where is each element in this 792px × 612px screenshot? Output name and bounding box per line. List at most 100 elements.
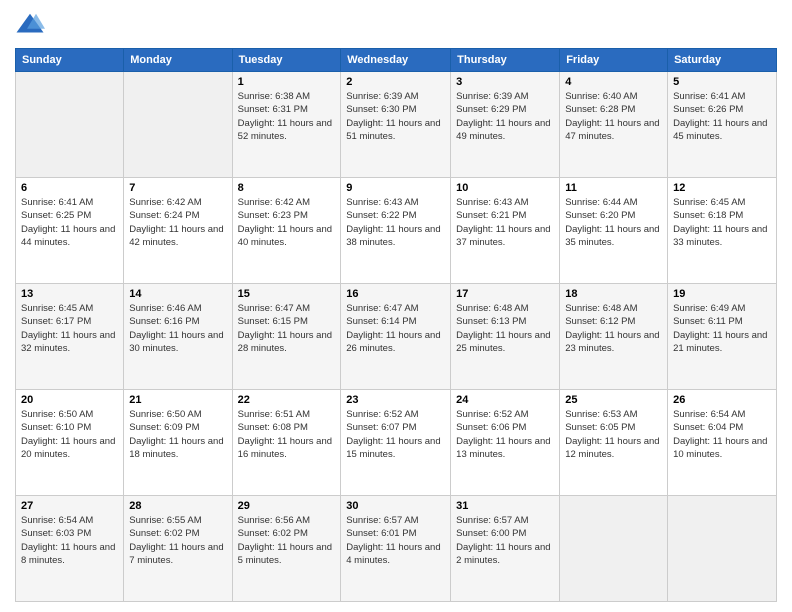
calendar-day-header: Tuesday (232, 49, 341, 72)
day-number: 30 (346, 500, 445, 512)
calendar-week-row: 13 Sunrise: 6:45 AMSunset: 6:17 PMDayligh… (16, 284, 777, 390)
calendar-cell: 4 Sunrise: 6:40 AMSunset: 6:28 PMDaylight… (560, 72, 668, 178)
calendar-cell (16, 72, 124, 178)
day-info: Sunrise: 6:50 AMSunset: 6:09 PMDaylight:… (129, 408, 226, 461)
day-info: Sunrise: 6:42 AMSunset: 6:24 PMDaylight:… (129, 196, 226, 249)
day-number: 9 (346, 182, 445, 194)
day-number: 19 (673, 288, 771, 300)
day-info: Sunrise: 6:56 AMSunset: 6:02 PMDaylight:… (238, 514, 336, 567)
calendar-cell: 19Sunrise: 6:49 AMSunset: 6:11 PMDayligh… (668, 284, 777, 390)
day-info: Sunrise: 6:39 AMSunset: 6:29 PMDaylight:… (456, 90, 554, 143)
calendar-cell: 16Sunrise: 6:47 AMSunset: 6:14 PMDayligh… (341, 284, 451, 390)
day-number: 3 (456, 76, 554, 88)
day-number: 6 (21, 182, 118, 194)
calendar-day-header: Friday (560, 49, 668, 72)
day-number: 22 (238, 394, 336, 406)
day-info: Sunrise: 6:41 AMSunset: 6:25 PMDaylight:… (21, 196, 118, 249)
calendar-cell: 20Sunrise: 6:50 AMSunset: 6:10 PMDayligh… (16, 390, 124, 496)
calendar-cell: 28Sunrise: 6:55 AMSunset: 6:02 PMDayligh… (124, 496, 232, 602)
day-info: Sunrise: 6:45 AMSunset: 6:18 PMDaylight:… (673, 196, 771, 249)
day-number: 26 (673, 394, 771, 406)
calendar-cell: 17 Sunrise: 6:48 AMSunset: 6:13 PMDayligh… (451, 284, 560, 390)
day-number: 25 (565, 394, 662, 406)
calendar-cell: 13 Sunrise: 6:45 AMSunset: 6:17 PMDayligh… (16, 284, 124, 390)
day-number: 4 (565, 76, 662, 88)
day-info: Sunrise: 6:46 AMSunset: 6:16 PMDaylight:… (129, 302, 226, 355)
calendar-cell (668, 496, 777, 602)
day-info: Sunrise: 6:43 AMSunset: 6:21 PMDaylight:… (456, 196, 554, 249)
calendar-cell: 10 Sunrise: 6:43 AMSunset: 6:21 PMDayligh… (451, 178, 560, 284)
calendar-cell: 14 Sunrise: 6:46 AMSunset: 6:16 PMDayligh… (124, 284, 232, 390)
page: SundayMondayTuesdayWednesdayThursdayFrid… (0, 0, 792, 612)
calendar-cell: 24 Sunrise: 6:52 AMSunset: 6:06 PMDayligh… (451, 390, 560, 496)
day-number: 7 (129, 182, 226, 194)
day-info: Sunrise: 6:57 AMSunset: 6:00 PMDaylight:… (456, 514, 554, 567)
day-info: Sunrise: 6:41 AMSunset: 6:26 PMDaylight:… (673, 90, 771, 143)
calendar-table: SundayMondayTuesdayWednesdayThursdayFrid… (15, 48, 777, 602)
calendar-cell: 15 Sunrise: 6:47 AMSunset: 6:15 PMDayligh… (232, 284, 341, 390)
day-number: 28 (129, 500, 226, 512)
day-info: Sunrise: 6:52 AMSunset: 6:06 PMDaylight:… (456, 408, 554, 461)
calendar-cell: 18Sunrise: 6:48 AMSunset: 6:12 PMDayligh… (560, 284, 668, 390)
day-number: 11 (565, 182, 662, 194)
calendar-cell: 2 Sunrise: 6:39 AMSunset: 6:30 PMDaylight… (341, 72, 451, 178)
day-info: Sunrise: 6:40 AMSunset: 6:28 PMDaylight:… (565, 90, 662, 143)
day-number: 24 (456, 394, 554, 406)
day-number: 12 (673, 182, 771, 194)
day-number: 23 (346, 394, 445, 406)
calendar-cell: 12 Sunrise: 6:45 AMSunset: 6:18 PMDayligh… (668, 178, 777, 284)
calendar-cell: 8Sunrise: 6:42 AMSunset: 6:23 PMDaylight… (232, 178, 341, 284)
day-number: 14 (129, 288, 226, 300)
day-info: Sunrise: 6:50 AMSunset: 6:10 PMDaylight:… (21, 408, 118, 461)
day-info: Sunrise: 6:54 AMSunset: 6:03 PMDaylight:… (21, 514, 118, 567)
calendar-cell (124, 72, 232, 178)
day-info: Sunrise: 6:39 AMSunset: 6:30 PMDaylight:… (346, 90, 445, 143)
calendar-cell: 1 Sunrise: 6:38 AMSunset: 6:31 PMDaylight… (232, 72, 341, 178)
calendar-cell: 27 Sunrise: 6:54 AMSunset: 6:03 PMDayligh… (16, 496, 124, 602)
day-number: 10 (456, 182, 554, 194)
day-info: Sunrise: 6:57 AMSunset: 6:01 PMDaylight:… (346, 514, 445, 567)
day-info: Sunrise: 6:43 AMSunset: 6:22 PMDaylight:… (346, 196, 445, 249)
day-info: Sunrise: 6:44 AMSunset: 6:20 PMDaylight:… (565, 196, 662, 249)
day-number: 21 (129, 394, 226, 406)
calendar-cell: 22 Sunrise: 6:51 AMSunset: 6:08 PMDayligh… (232, 390, 341, 496)
day-number: 27 (21, 500, 118, 512)
calendar-cell: 11 Sunrise: 6:44 AMSunset: 6:20 PMDayligh… (560, 178, 668, 284)
calendar-header-row: SundayMondayTuesdayWednesdayThursdayFrid… (16, 49, 777, 72)
day-info: Sunrise: 6:51 AMSunset: 6:08 PMDaylight:… (238, 408, 336, 461)
calendar-cell: 23 Sunrise: 6:52 AMSunset: 6:07 PMDayligh… (341, 390, 451, 496)
calendar-cell: 5 Sunrise: 6:41 AMSunset: 6:26 PMDaylight… (668, 72, 777, 178)
day-number: 15 (238, 288, 336, 300)
calendar-cell: 3 Sunrise: 6:39 AMSunset: 6:29 PMDaylight… (451, 72, 560, 178)
day-info: Sunrise: 6:47 AMSunset: 6:14 PMDaylight:… (346, 302, 445, 355)
day-info: Sunrise: 6:54 AMSunset: 6:04 PMDaylight:… (673, 408, 771, 461)
calendar-week-row: 20Sunrise: 6:50 AMSunset: 6:10 PMDayligh… (16, 390, 777, 496)
calendar-cell: 29 Sunrise: 6:56 AMSunset: 6:02 PMDayligh… (232, 496, 341, 602)
day-info: Sunrise: 6:53 AMSunset: 6:05 PMDaylight:… (565, 408, 662, 461)
calendar-cell: 26 Sunrise: 6:54 AMSunset: 6:04 PMDayligh… (668, 390, 777, 496)
day-info: Sunrise: 6:45 AMSunset: 6:17 PMDaylight:… (21, 302, 118, 355)
day-number: 1 (238, 76, 336, 88)
day-info: Sunrise: 6:48 AMSunset: 6:13 PMDaylight:… (456, 302, 554, 355)
calendar-cell: 21 Sunrise: 6:50 AMSunset: 6:09 PMDayligh… (124, 390, 232, 496)
day-info: Sunrise: 6:52 AMSunset: 6:07 PMDaylight:… (346, 408, 445, 461)
calendar-day-header: Monday (124, 49, 232, 72)
calendar-day-header: Sunday (16, 49, 124, 72)
day-number: 8 (238, 182, 336, 194)
calendar-week-row: 6 Sunrise: 6:41 AMSunset: 6:25 PMDaylight… (16, 178, 777, 284)
day-number: 2 (346, 76, 445, 88)
day-number: 17 (456, 288, 554, 300)
calendar-cell: 7 Sunrise: 6:42 AMSunset: 6:24 PMDaylight… (124, 178, 232, 284)
calendar-week-row: 27 Sunrise: 6:54 AMSunset: 6:03 PMDayligh… (16, 496, 777, 602)
day-number: 29 (238, 500, 336, 512)
day-info: Sunrise: 6:38 AMSunset: 6:31 PMDaylight:… (238, 90, 336, 143)
calendar-cell: 31 Sunrise: 6:57 AMSunset: 6:00 PMDayligh… (451, 496, 560, 602)
calendar-cell: 25 Sunrise: 6:53 AMSunset: 6:05 PMDayligh… (560, 390, 668, 496)
day-number: 5 (673, 76, 771, 88)
calendar-day-header: Saturday (668, 49, 777, 72)
day-info: Sunrise: 6:47 AMSunset: 6:15 PMDaylight:… (238, 302, 336, 355)
logo-icon (15, 10, 45, 40)
calendar-cell: 30 Sunrise: 6:57 AMSunset: 6:01 PMDayligh… (341, 496, 451, 602)
day-number: 31 (456, 500, 554, 512)
day-number: 13 (21, 288, 118, 300)
